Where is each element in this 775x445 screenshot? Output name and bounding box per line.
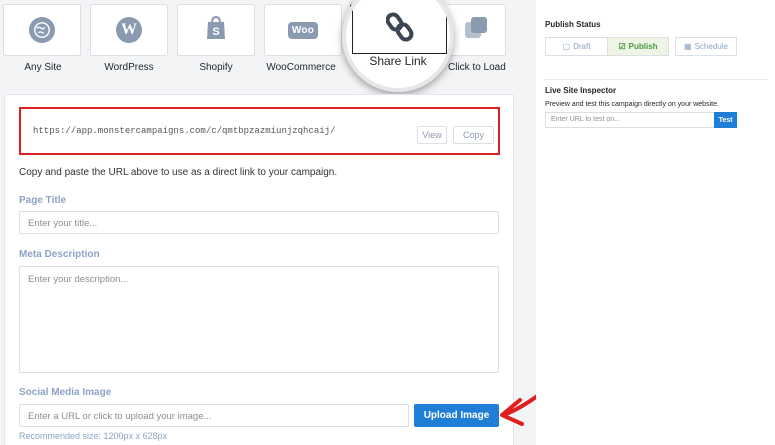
publish-status-schedule[interactable]: ▦ Schedule	[675, 37, 737, 56]
wordpress-icon: W	[116, 17, 142, 43]
platform-card-any-site[interactable]	[3, 4, 81, 56]
link-icon	[385, 12, 414, 47]
platform-label: WordPress	[104, 62, 154, 73]
calendar-icon: ▦	[684, 42, 692, 51]
platform-label: Any Site	[24, 62, 62, 73]
copy-button[interactable]: Copy	[453, 126, 494, 144]
publish-status-draft[interactable]: ▢ Draft	[545, 37, 608, 56]
shopify-icon: S	[204, 15, 228, 46]
share-help-text: Copy and paste the URL above to use as a…	[19, 167, 338, 178]
right-sidebar: Publish Status ▢ Draft ☑ Publish ▦ Sched…	[536, 0, 775, 445]
test-button[interactable]: Test	[714, 112, 737, 128]
section-divider	[545, 79, 767, 80]
test-url-input[interactable]: Enter URL to test on...	[545, 112, 715, 128]
share-link-card-zoom	[352, 4, 447, 54]
woocommerce-icon: Woo	[287, 21, 319, 39]
social-media-image-label: Social Media Image	[19, 387, 112, 398]
share-url-box: https://app.monstercampaigns.com/c/qmtbp…	[19, 107, 500, 155]
platform-label: WooCommerce	[266, 62, 336, 73]
view-button[interactable]: View	[417, 126, 447, 144]
globe-icon	[29, 17, 55, 43]
platform-label: Shopify	[199, 62, 233, 73]
page-title-label: Page Title	[19, 195, 67, 206]
document-icon: ▢	[562, 42, 571, 51]
share-url[interactable]: https://app.monstercampaigns.com/c/qmtbp…	[33, 126, 335, 136]
platform-card-woocommerce[interactable]: Woo	[264, 4, 342, 56]
magnifier-highlight: Share Link	[342, 0, 454, 92]
platform-card-click-to-load[interactable]	[446, 4, 506, 56]
svg-text:S: S	[212, 26, 219, 38]
publish-status-title: Publish Status	[545, 20, 601, 29]
page-title-input[interactable]: Enter your title...	[19, 211, 499, 234]
click-to-load-icon	[463, 15, 489, 46]
platform-card-shopify[interactable]: S	[177, 4, 255, 56]
share-link-label: Share Link	[369, 54, 427, 68]
social-image-url-input[interactable]: Enter a URL or click to upload your imag…	[19, 404, 409, 427]
upload-image-button[interactable]: Upload Image	[414, 404, 499, 427]
meta-description-input[interactable]: Enter your description...	[19, 266, 499, 373]
checkbox-icon: ☑	[618, 42, 626, 51]
live-site-inspector-description: Preview and test this campaign directly …	[545, 101, 719, 108]
live-site-inspector-title: Live Site Inspector	[545, 86, 617, 95]
recommended-size-text: Recommended size: 1200px x 628px	[19, 431, 168, 441]
meta-description-label: Meta Description	[19, 249, 100, 260]
platform-card-wordpress[interactable]: W	[90, 4, 168, 56]
publish-status-publish[interactable]: ☑ Publish	[607, 37, 669, 56]
